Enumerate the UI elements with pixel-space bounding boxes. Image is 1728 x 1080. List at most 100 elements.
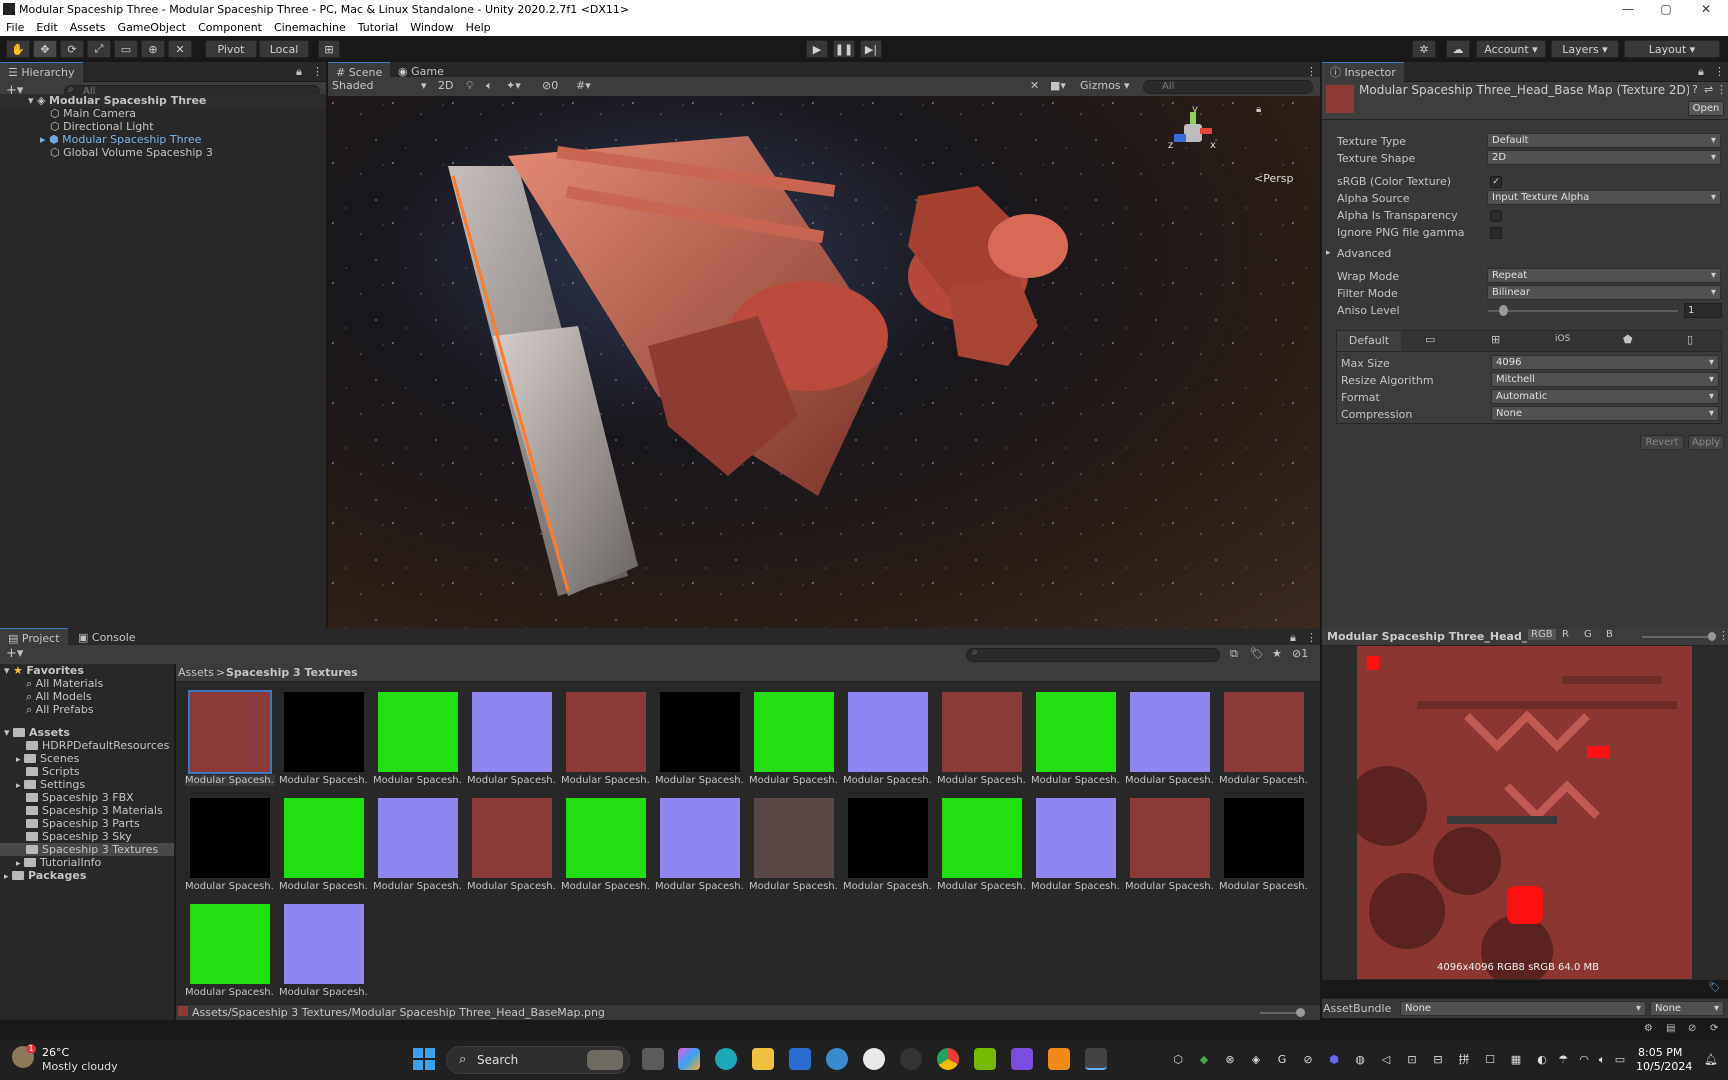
mip-slider-track[interactable] [1642, 636, 1712, 638]
favorite-star-icon[interactable]: ★ [1272, 647, 1282, 660]
tools-icon[interactable]: ✕ [1030, 79, 1039, 92]
expand-arrow-icon[interactable]: ▸ [16, 755, 21, 765]
rect-tool-icon[interactable]: ▭ [114, 40, 138, 58]
folder-tutorialinfo[interactable]: ▸ TutorialInfo [0, 856, 101, 869]
mip-slider-handle[interactable] [1708, 632, 1716, 641]
battery-icon[interactable]: ▭ [1614, 1054, 1626, 1066]
label-tag-icon[interactable]: 🏷︎ [1708, 982, 1721, 993]
platform-tab-default[interactable]: Default [1337, 331, 1401, 351]
open-button[interactable]: Open [1688, 101, 1724, 116]
folder-textures[interactable]: Spaceship 3 Textures [0, 843, 174, 856]
kebab-menu-icon[interactable]: ⋮ [1714, 65, 1725, 78]
wrap-mode-dropdown[interactable]: Repeat [1487, 268, 1721, 283]
asset-thumbnail[interactable] [1036, 798, 1116, 878]
custom-tool-icon[interactable]: ✕ [168, 40, 192, 58]
cloud-icon[interactable]: ☁ [1446, 40, 1470, 58]
lighting-icon[interactable]: 💡︎ [466, 79, 474, 93]
notification-bell-icon[interactable]: 🔔︎ [1704, 1054, 1718, 1066]
folder-materials[interactable]: Spaceship 3 Materials [0, 804, 163, 817]
asset-thumbnail[interactable] [472, 692, 552, 772]
scene-viewport[interactable]: y z x 🔒︎ <Persp [328, 96, 1320, 630]
taskbar-search[interactable]: ⌕ Search [446, 1046, 630, 1074]
persp-label[interactable]: <Persp [1254, 172, 1293, 185]
texture-type-dropdown[interactable]: Default [1487, 133, 1721, 148]
status-icon-1[interactable]: ⚙ [1644, 1023, 1653, 1034]
snap-icon[interactable]: ⊞ [318, 40, 340, 58]
favorite-all-materials[interactable]: ⌕ All Materials [0, 677, 103, 690]
aniso-slider-track[interactable] [1488, 310, 1678, 312]
clock-time[interactable]: 8:05 PM [1638, 1046, 1682, 1059]
maximize-button[interactable]: ▢ [1646, 0, 1686, 18]
expand-arrow-icon[interactable]: ▾ [4, 664, 10, 677]
layout-dropdown[interactable]: Layout ▾ [1624, 40, 1720, 58]
assetbundle-dropdown[interactable]: None [1400, 1001, 1646, 1016]
filter-mode-dropdown[interactable]: Bilinear [1487, 285, 1721, 300]
alpha-source-dropdown[interactable]: Input Texture Alpha [1487, 190, 1721, 205]
standalone-icon[interactable]: ▭ [1425, 333, 1435, 346]
step-button[interactable]: ▶| [860, 40, 882, 58]
nvidia-icon[interactable] [974, 1048, 996, 1070]
alien-app-icon[interactable] [863, 1048, 885, 1070]
close-button[interactable]: ✕ [1686, 0, 1726, 18]
thumb-size-slider-track[interactable] [1260, 1012, 1300, 1014]
folder-scenes[interactable]: ▸ Scenes [0, 752, 79, 765]
tab-hierarchy[interactable]: ☰ Hierarchy [0, 62, 83, 82]
tray-icon-11[interactable]: ⊟ [1432, 1054, 1444, 1066]
tray-icon-5[interactable]: G [1276, 1054, 1288, 1066]
unity-taskbar-icon[interactable] [1085, 1048, 1107, 1070]
volume-icon[interactable]: 🔈︎ [1596, 1054, 1608, 1066]
minimize-button[interactable]: — [1608, 0, 1648, 18]
tray-icon-14[interactable]: ▦ [1510, 1054, 1522, 1066]
tray-icon-4[interactable]: ◈ [1250, 1054, 1262, 1066]
expand-arrow-icon[interactable]: ▸ [16, 859, 21, 869]
menu-tutorial[interactable]: Tutorial [352, 21, 404, 34]
asset-thumbnail[interactable] [566, 798, 646, 878]
asset-thumbnail[interactable] [284, 798, 364, 878]
menu-component[interactable]: Component [192, 21, 268, 34]
menu-gameobject[interactable]: GameObject [112, 21, 193, 34]
folder-settings[interactable]: ▸ Settings [0, 778, 85, 791]
aniso-value-field[interactable]: 1 [1684, 303, 1722, 318]
gizmos-dropdown[interactable]: Gizmos ▾ [1080, 79, 1130, 92]
file-explorer-icon[interactable] [752, 1048, 774, 1070]
tab-inspector[interactable]: ⓘ Inspector [1322, 62, 1404, 82]
pivot-toggle[interactable]: Pivot [205, 40, 257, 58]
status-icon-4[interactable]: ⟳ [1710, 1023, 1718, 1034]
copilot-icon[interactable] [678, 1048, 700, 1070]
shading-chevron-down-icon[interactable]: ▾ [421, 79, 427, 92]
asset-thumbnail[interactable] [472, 798, 552, 878]
scene-orientation-gizmo[interactable]: y z x [1164, 104, 1224, 164]
task-view-icon[interactable] [642, 1048, 664, 1070]
menu-assets[interactable]: Assets [64, 21, 112, 34]
channel-b-toggle[interactable]: B [1606, 629, 1613, 640]
gizmo-z-axis-icon[interactable] [1174, 134, 1186, 142]
tray-icon-1[interactable]: ⬡ [1172, 1054, 1184, 1066]
texture-shape-dropdown[interactable]: 2D [1487, 150, 1721, 165]
scale-tool-icon[interactable]: ⤢ [87, 40, 111, 58]
asset-thumbnail[interactable] [1036, 692, 1116, 772]
menu-file[interactable]: File [0, 21, 30, 34]
asset-thumbnail[interactable] [378, 798, 458, 878]
lock-icon[interactable]: 🔒︎ [1290, 631, 1296, 645]
favorite-all-prefabs[interactable]: ⌕ All Prefabs [0, 703, 94, 716]
assetbundle-variant-dropdown[interactable]: None [1650, 1001, 1724, 1016]
gizmo-x-axis-icon[interactable] [1200, 128, 1212, 134]
channel-g-toggle[interactable]: G [1584, 629, 1592, 640]
scene-search-input[interactable]: All [1143, 80, 1313, 94]
asset-thumbnail[interactable] [1130, 692, 1210, 772]
tray-icon-15[interactable]: ◐ [1536, 1054, 1548, 1066]
pause-button[interactable]: ❚❚ [833, 40, 855, 58]
asset-thumbnail[interactable] [942, 692, 1022, 772]
advanced-foldout[interactable]: Advanced [1337, 247, 1391, 260]
local-toggle[interactable]: Local [259, 40, 309, 58]
gizmo-y-axis-icon[interactable] [1190, 112, 1196, 124]
resize-algorithm-dropdown[interactable]: Mitchell [1491, 372, 1719, 387]
expand-arrow-icon[interactable]: ▸ [40, 133, 46, 146]
audio-icon[interactable]: 🔈︎ [486, 79, 493, 93]
compression-dropdown[interactable]: None [1491, 406, 1719, 421]
2d-toggle[interactable]: 2D [438, 79, 453, 92]
ime-icon[interactable]: 拼 [1458, 1054, 1470, 1066]
clock-date[interactable]: 10/5/2024 [1636, 1060, 1692, 1073]
expand-arrow-icon[interactable]: ▾ [28, 94, 34, 107]
asset-thumbnail[interactable] [190, 904, 270, 984]
